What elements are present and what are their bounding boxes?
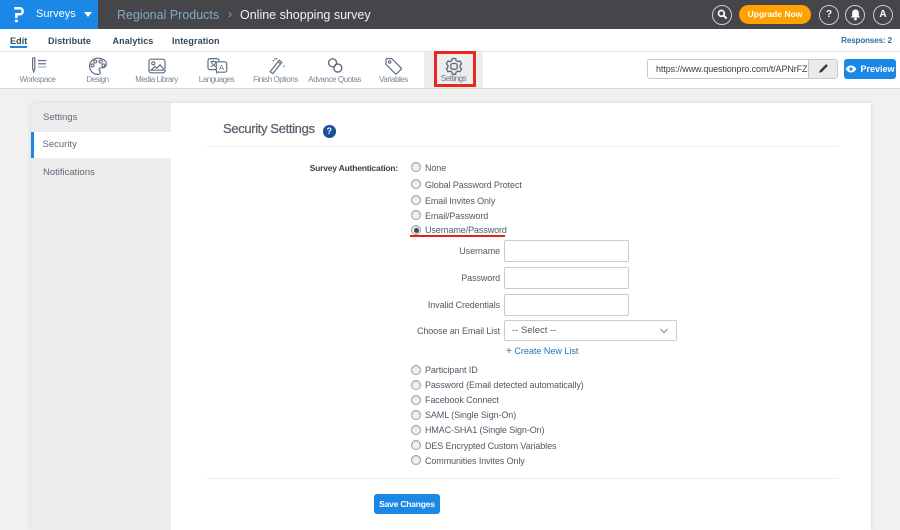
svg-text:A: A <box>219 63 224 72</box>
